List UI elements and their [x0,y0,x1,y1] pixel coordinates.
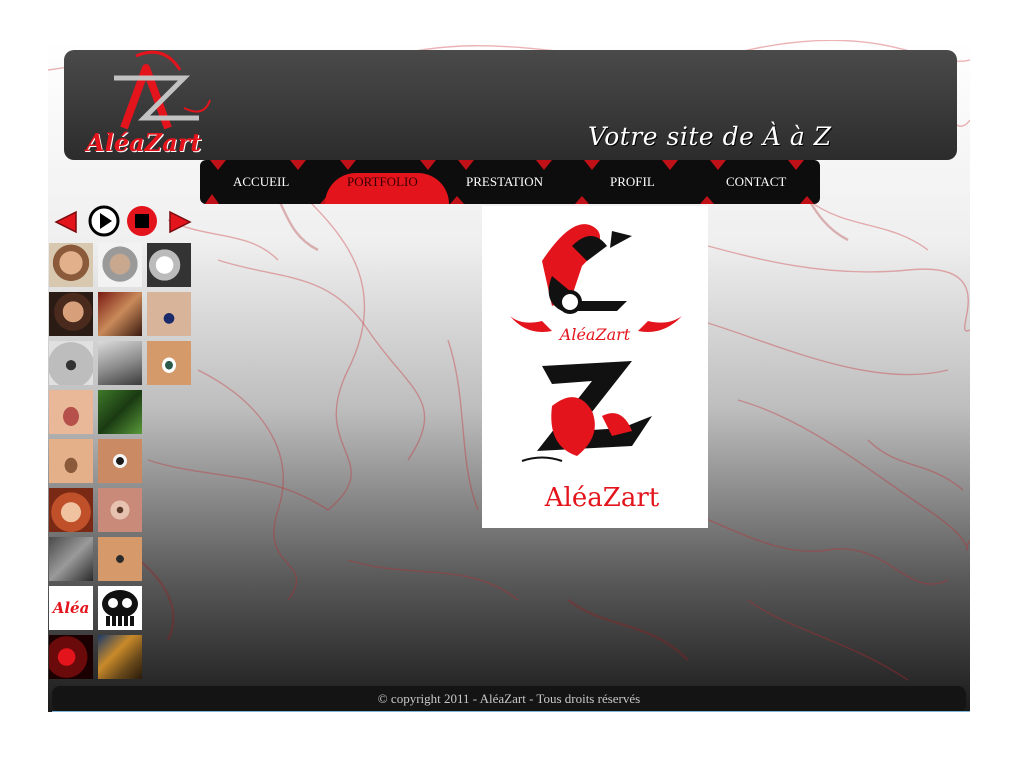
thumbnail-1[interactable] [49,243,93,287]
thumbnail-26[interactable] [98,635,142,679]
prev-arrow-icon[interactable] [52,208,80,241]
thumbnail-16[interactable] [49,488,93,532]
thumbnail-9[interactable] [147,341,191,385]
thumbnail-23[interactable] [98,586,142,630]
portfolio-main-image[interactable]: AléaZart AléaZart [482,206,708,528]
thumbnail-22[interactable]: Aléa [49,586,93,630]
thumbnail-8[interactable] [98,341,142,385]
nav-item-profil[interactable]: PROFIL [610,174,655,190]
thumbnail-13[interactable] [49,439,93,483]
next-arrow-icon[interactable] [166,208,194,241]
thumbnail-2[interactable] [98,243,142,287]
thumbnail-14[interactable] [98,439,142,483]
skull-icon [102,590,138,626]
thumbnail-25[interactable] [49,635,93,679]
thumbnail-4[interactable] [49,292,93,336]
play-icon[interactable] [88,205,120,242]
footer-divider [52,711,970,712]
footer-bar: © copyright 2011 - AléaZart - Tous droit… [52,686,966,712]
logo-text: AléaZart [86,128,201,157]
nav-item-accueil[interactable]: ACCUEIL [233,174,289,190]
nav-item-portfolio[interactable]: PORTFOLIO [347,174,418,190]
stop-icon[interactable] [126,205,158,242]
thumbnail-17[interactable] [98,488,142,532]
main-logo-text-top: AléaZart [558,325,631,344]
thumbnail-19[interactable] [49,537,93,581]
logo-text-label: AléaZart [86,128,202,157]
nav-item-contact[interactable]: CONTACT [726,174,786,190]
site-tagline: Votre site de À à Z [588,122,832,151]
copyright-text: © copyright 2011 - AléaZart - Tous droit… [377,691,641,706]
thumbnail-10[interactable] [49,390,93,434]
logo-artwork: AléaZart AléaZart [510,224,682,513]
thumbnail-3[interactable] [147,243,191,287]
main-logo-text-bottom: AléaZart [544,483,660,513]
thumbnail-20[interactable] [98,537,142,581]
thumbnail-11[interactable] [98,390,142,434]
thumbnail-5[interactable] [98,292,142,336]
thumbnail-6[interactable] [147,292,191,336]
nav-item-prestation[interactable]: PRESTATION [466,174,543,190]
thumbnail-7[interactable] [49,341,93,385]
thumbnail-logo-text: Aléa [52,599,90,617]
